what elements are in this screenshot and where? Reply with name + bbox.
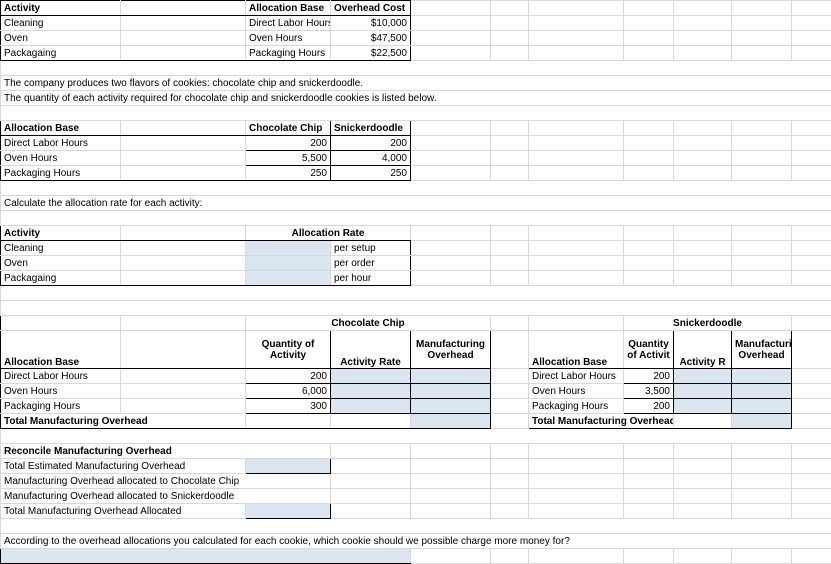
t1-r1-activity: Oven bbox=[1, 31, 121, 46]
t3-head-activity: Activity bbox=[1, 226, 121, 241]
choc-r2-qty: 300 bbox=[246, 399, 331, 414]
choc-title: Chocolate Chip bbox=[246, 316, 491, 331]
choc-h-qty: Quantity of Activity bbox=[246, 331, 331, 369]
choc-r1-rate[interactable] bbox=[331, 384, 411, 399]
snick-h-base: Allocation Base bbox=[529, 331, 624, 369]
t1-r1-base: Oven Hours bbox=[246, 31, 331, 46]
t1-head-activity: Activity bbox=[1, 1, 121, 16]
t3-head-rate: Allocation Rate bbox=[246, 226, 411, 241]
t2-head-base: Allocation Base bbox=[1, 121, 121, 136]
final-answer-input[interactable] bbox=[1, 549, 411, 564]
t3-r0-activity: Cleaning bbox=[1, 241, 121, 256]
choc-r2-rate[interactable] bbox=[331, 399, 411, 414]
choc-r0-base: Direct Labor Hours bbox=[1, 369, 121, 384]
reconcile-r3: Manufacturing Overhead allocated to Snic… bbox=[1, 489, 331, 504]
t2-r0-snick: 200 bbox=[331, 136, 411, 151]
choc-total-input[interactable] bbox=[411, 414, 491, 429]
t2-head-choc: Chocolate Chip bbox=[246, 121, 331, 136]
t3-r2-activity: Packagaing bbox=[1, 271, 121, 286]
choc-h-rate: Activity Rate bbox=[331, 331, 411, 369]
choc-r1-base: Oven Hours bbox=[1, 384, 121, 399]
t1-r2-cost: $22,500 bbox=[331, 46, 411, 61]
t2-r2-snick: 250 bbox=[331, 166, 411, 181]
choc-h-mfg: Manufacturing Overhead bbox=[411, 331, 491, 369]
t1-r2-activity: Packagaing bbox=[1, 46, 121, 61]
snick-r2-base: Packaging Hours bbox=[529, 399, 624, 414]
t2-r2-choc: 250 bbox=[246, 166, 331, 181]
choc-r0-qty: 200 bbox=[246, 369, 331, 384]
reconcile-r1: Total Estimated Manufacturing Overhead bbox=[1, 459, 246, 474]
t3-r0-input[interactable] bbox=[246, 241, 331, 256]
t1-r0-cost: $10,000 bbox=[331, 16, 411, 31]
t1-r0-activity: Cleaning bbox=[1, 16, 121, 31]
choc-total-label: Total Manufacturing Overhead bbox=[1, 414, 246, 429]
t2-r1-snick: 4,000 bbox=[331, 151, 411, 166]
t1-head-base: Allocation Base bbox=[246, 1, 331, 16]
desc-line-1: The company produces two flavors of cook… bbox=[1, 76, 831, 91]
desc-line-2: The quantity of each activity required f… bbox=[1, 91, 831, 106]
t2-head-snick: Snickerdoodle bbox=[331, 121, 411, 136]
choc-r1-mfg[interactable] bbox=[411, 384, 491, 399]
spreadsheet-grid: Activity Allocation Base Overhead Cost C… bbox=[0, 0, 831, 564]
reconcile-header: Reconcile Manufacturing Overhead bbox=[1, 444, 331, 459]
snick-r1-base: Oven Hours bbox=[529, 384, 624, 399]
snick-h-qty: Quantity of Activit bbox=[624, 331, 674, 369]
empty bbox=[121, 1, 246, 16]
snick-r2-mfg[interactable] bbox=[732, 399, 792, 414]
t3-r0-per: per setup bbox=[331, 241, 411, 256]
t2-r1-base: Oven Hours bbox=[1, 151, 121, 166]
final-question: According to the overhead allocations yo… bbox=[1, 534, 831, 549]
choc-h-base: Allocation Base bbox=[1, 331, 121, 369]
snick-h-mfg: Manufacturing Overhead bbox=[732, 331, 792, 369]
t3-r1-per: per order bbox=[331, 256, 411, 271]
snick-r0-base: Direct Labor Hours bbox=[529, 369, 624, 384]
snick-r2-qty: 200 bbox=[624, 399, 674, 414]
t1-r2-base: Packaging Hours bbox=[246, 46, 331, 61]
choc-r0-mfg[interactable] bbox=[411, 369, 491, 384]
choc-r1-qty: 6,000 bbox=[246, 384, 331, 399]
snick-r1-rate[interactable] bbox=[674, 384, 732, 399]
t2-r2-base: Packaging Hours bbox=[1, 166, 121, 181]
snick-r1-mfg[interactable] bbox=[732, 384, 792, 399]
t3-r1-input[interactable] bbox=[246, 256, 331, 271]
reconcile-r2: Manufacturing Overhead allocated to Choc… bbox=[1, 474, 331, 489]
t3-r1-activity: Oven bbox=[1, 256, 121, 271]
t2-r0-base: Direct Labor Hours bbox=[1, 136, 121, 151]
t1-r1-cost: $47,500 bbox=[331, 31, 411, 46]
reconcile-r4: Total Manufacturing Overhead Allocated bbox=[1, 504, 246, 519]
t1-head-cost: Overhead Cost bbox=[331, 1, 411, 16]
snick-r2-rate[interactable] bbox=[674, 399, 732, 414]
choc-r2-mfg[interactable] bbox=[411, 399, 491, 414]
reconcile-r4-input[interactable] bbox=[246, 504, 331, 519]
calc-instruction: Calculate the allocation rate for each a… bbox=[1, 196, 831, 211]
choc-r0-rate[interactable] bbox=[331, 369, 411, 384]
reconcile-r1-input[interactable] bbox=[246, 459, 331, 474]
t1-r0-base: Direct Labor Hours bbox=[246, 16, 331, 31]
snick-r0-mfg[interactable] bbox=[732, 369, 792, 384]
t3-r2-input[interactable] bbox=[246, 271, 331, 286]
choc-r2-base: Packaging Hours bbox=[1, 399, 121, 414]
snick-r0-qty: 200 bbox=[624, 369, 674, 384]
t2-r0-choc: 200 bbox=[246, 136, 331, 151]
snick-total-label: Total Manufacturing Overhead bbox=[529, 414, 674, 429]
snick-r0-rate[interactable] bbox=[674, 369, 732, 384]
snick-h-rate: Activity R bbox=[674, 331, 732, 369]
snick-r1-qty: 3,500 bbox=[624, 384, 674, 399]
snick-title: Snickerdoodle bbox=[624, 316, 792, 331]
snick-total-input[interactable] bbox=[732, 414, 792, 429]
t2-r1-choc: 5,500 bbox=[246, 151, 331, 166]
t3-r2-per: per hour bbox=[331, 271, 411, 286]
